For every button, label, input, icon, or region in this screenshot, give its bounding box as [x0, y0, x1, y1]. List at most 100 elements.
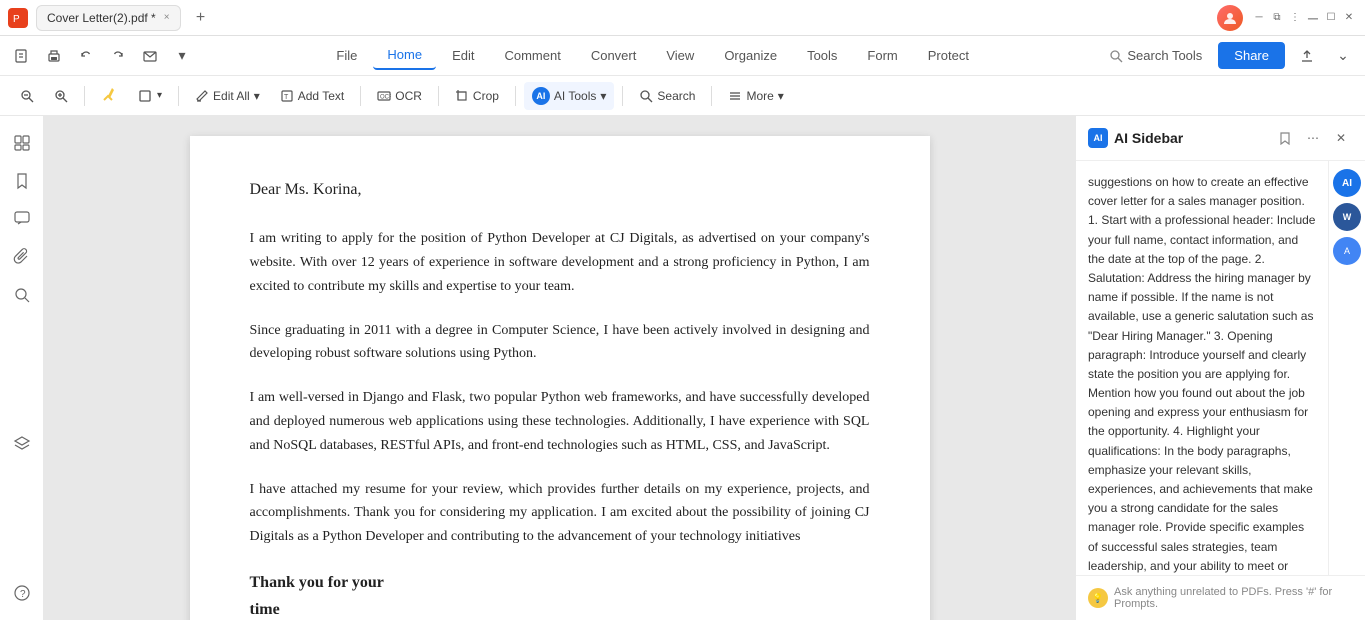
- sep2: [178, 86, 179, 106]
- ai-main-icon[interactable]: AI: [1333, 169, 1361, 197]
- profile-avatar[interactable]: [1217, 5, 1243, 31]
- sidebar-layers-icon[interactable]: [7, 429, 37, 459]
- undo-icon[interactable]: [72, 42, 100, 70]
- menu-tab-convert[interactable]: Convert: [577, 42, 651, 69]
- ai-sidebar-header: AI AI Sidebar ⋯ ✕: [1076, 116, 1365, 161]
- crop-btn[interactable]: Crop: [447, 84, 507, 108]
- sep6: [622, 86, 623, 106]
- app-icon: P: [8, 8, 28, 28]
- sidebar-search-icon[interactable]: [7, 280, 37, 310]
- sidebar-comment-icon[interactable]: [7, 204, 37, 234]
- sidebar-attachment-icon[interactable]: [7, 242, 37, 272]
- ai-sidebar-logo: AI: [1088, 128, 1108, 148]
- title-bar-right: ─ ⧉ ⋮ ─ ☐ ✕: [1217, 5, 1357, 31]
- menu-tab-edit[interactable]: Edit: [438, 42, 488, 69]
- share-button[interactable]: Share: [1218, 42, 1285, 69]
- more-btn[interactable]: More ▾: [720, 84, 791, 108]
- dropdown-icon[interactable]: ▾: [168, 42, 196, 70]
- document-tab[interactable]: Cover Letter(2).pdf * ×: [36, 5, 181, 31]
- ai-bookmark-btn[interactable]: [1273, 126, 1297, 150]
- svg-text:OCR: OCR: [380, 94, 391, 100]
- email-icon[interactable]: [136, 42, 164, 70]
- highlight-btn[interactable]: [93, 83, 125, 109]
- tab-title: Cover Letter(2).pdf *: [47, 11, 156, 25]
- tab-close-btn[interactable]: ×: [164, 12, 170, 23]
- svg-text:P: P: [13, 14, 20, 25]
- window-more[interactable]: ⋮: [1287, 10, 1303, 26]
- menu-tab-comment[interactable]: Comment: [490, 42, 574, 69]
- menu-tab-tools[interactable]: Tools: [793, 42, 851, 69]
- more-options-icon[interactable]: ⌄: [1329, 42, 1357, 70]
- doc-greeting: Dear Ms. Korina,: [250, 176, 870, 203]
- ai-input-badge: 💡: [1088, 588, 1108, 608]
- sidebar-help-icon[interactable]: ?: [7, 578, 37, 608]
- sep5: [515, 86, 516, 106]
- ocr-btn[interactable]: OCR OCR: [369, 84, 430, 108]
- doc-para1: I am writing to apply for the position o…: [250, 227, 870, 298]
- zoom-in-btn[interactable]: [46, 84, 76, 108]
- window-restore[interactable]: ⧉: [1269, 10, 1285, 26]
- menu-tab-view[interactable]: View: [652, 42, 708, 69]
- main-content: ? Dear Ms. Korina, I am writing to apply…: [0, 116, 1365, 620]
- menu-right: Search Tools Share ⌄: [1101, 42, 1357, 70]
- doc-para2: Since graduating in 2011 with a degree i…: [250, 319, 870, 367]
- ai-response-text: suggestions on how to create an effectiv…: [1088, 173, 1316, 575]
- window-controls: ─ ⧉ ⋮ ─ ☐ ✕: [1251, 10, 1357, 26]
- title-bar-left: P Cover Letter(2).pdf * × +: [8, 5, 1217, 31]
- add-text-btn[interactable]: T Add Text: [272, 84, 352, 108]
- document-page: Dear Ms. Korina, I am writing to apply f…: [190, 136, 930, 620]
- toolbar: ▾ Edit All ▾ T Add Text OCR OCR Crop AI …: [0, 76, 1365, 116]
- doc-closing: Thank you for your time: [250, 569, 870, 620]
- ai-input-placeholder[interactable]: Ask anything unrelated to PDFs. Press '#…: [1114, 586, 1353, 610]
- menu-tabs: File Home Edit Comment Convert View Orga…: [206, 41, 1099, 70]
- print-icon[interactable]: [40, 42, 68, 70]
- window-maximize-btn[interactable]: ☐: [1323, 10, 1339, 26]
- search-btn[interactable]: Search: [631, 84, 703, 108]
- zoom-out-btn[interactable]: [12, 84, 42, 108]
- ai-sidebar-title: AI Sidebar: [1114, 130, 1267, 146]
- ai-content: suggestions on how to create an effectiv…: [1076, 161, 1328, 575]
- file-menu-icon[interactable]: [8, 42, 36, 70]
- menu-bar: ▾ File Home Edit Comment Convert View Or…: [0, 36, 1365, 76]
- window-minimize-btn[interactable]: ─: [1305, 10, 1321, 26]
- svg-text:T: T: [284, 94, 289, 101]
- document-area: Dear Ms. Korina, I am writing to apply f…: [44, 116, 1075, 620]
- svg-text:?: ?: [20, 589, 26, 600]
- ai-sidebar-body: suggestions on how to create an effectiv…: [1076, 161, 1365, 575]
- sidebar-bookmark-icon[interactable]: [7, 166, 37, 196]
- sep3: [360, 86, 361, 106]
- doc-para3: I am well-versed in Django and Flask, tw…: [250, 386, 870, 457]
- sep1: [84, 86, 85, 106]
- sep7: [711, 86, 712, 106]
- menu-left-icons: ▾: [8, 42, 196, 70]
- redo-icon[interactable]: [104, 42, 132, 70]
- left-sidebar: ?: [0, 116, 44, 620]
- shape-btn[interactable]: ▾: [129, 83, 170, 109]
- ai-translate-icon[interactable]: A: [1333, 237, 1361, 265]
- ai-right-icons: AI W A: [1328, 161, 1365, 575]
- ai-input-row: 💡 Ask anything unrelated to PDFs. Press …: [1088, 586, 1353, 610]
- ai-header-icons: ⋯ ✕: [1273, 126, 1353, 150]
- window-minimize[interactable]: ─: [1251, 10, 1267, 26]
- edit-all-btn[interactable]: Edit All ▾: [187, 84, 268, 108]
- search-tools-btn[interactable]: Search Tools: [1101, 44, 1210, 67]
- ai-more-btn[interactable]: ⋯: [1301, 126, 1325, 150]
- menu-tab-protect[interactable]: Protect: [914, 42, 983, 69]
- new-tab-btn[interactable]: +: [189, 6, 213, 30]
- menu-tab-organize[interactable]: Organize: [710, 42, 791, 69]
- title-bar: P Cover Letter(2).pdf * × + ─ ⧉ ⋮ ─ ☐ ✕: [0, 0, 1365, 36]
- upload-icon[interactable]: [1293, 42, 1321, 70]
- window-close-btn[interactable]: ✕: [1341, 10, 1357, 26]
- ai-sidebar: AI AI Sidebar ⋯ ✕ suggestions on how to …: [1075, 116, 1365, 620]
- ai-word-icon[interactable]: W: [1333, 203, 1361, 231]
- ai-tools-btn[interactable]: AI AI Tools ▾: [524, 82, 615, 110]
- ai-input-area: 💡 Ask anything unrelated to PDFs. Press …: [1076, 575, 1365, 620]
- menu-tab-home[interactable]: Home: [373, 41, 436, 70]
- doc-para4: I have attached my resume for your revie…: [250, 478, 870, 549]
- menu-tab-form[interactable]: Form: [853, 42, 911, 69]
- ai-close-btn[interactable]: ✕: [1329, 126, 1353, 150]
- menu-tab-file[interactable]: File: [322, 42, 371, 69]
- sep4: [438, 86, 439, 106]
- sidebar-thumbnail-icon[interactable]: [7, 128, 37, 158]
- document-content: Dear Ms. Korina, I am writing to apply f…: [250, 176, 870, 620]
